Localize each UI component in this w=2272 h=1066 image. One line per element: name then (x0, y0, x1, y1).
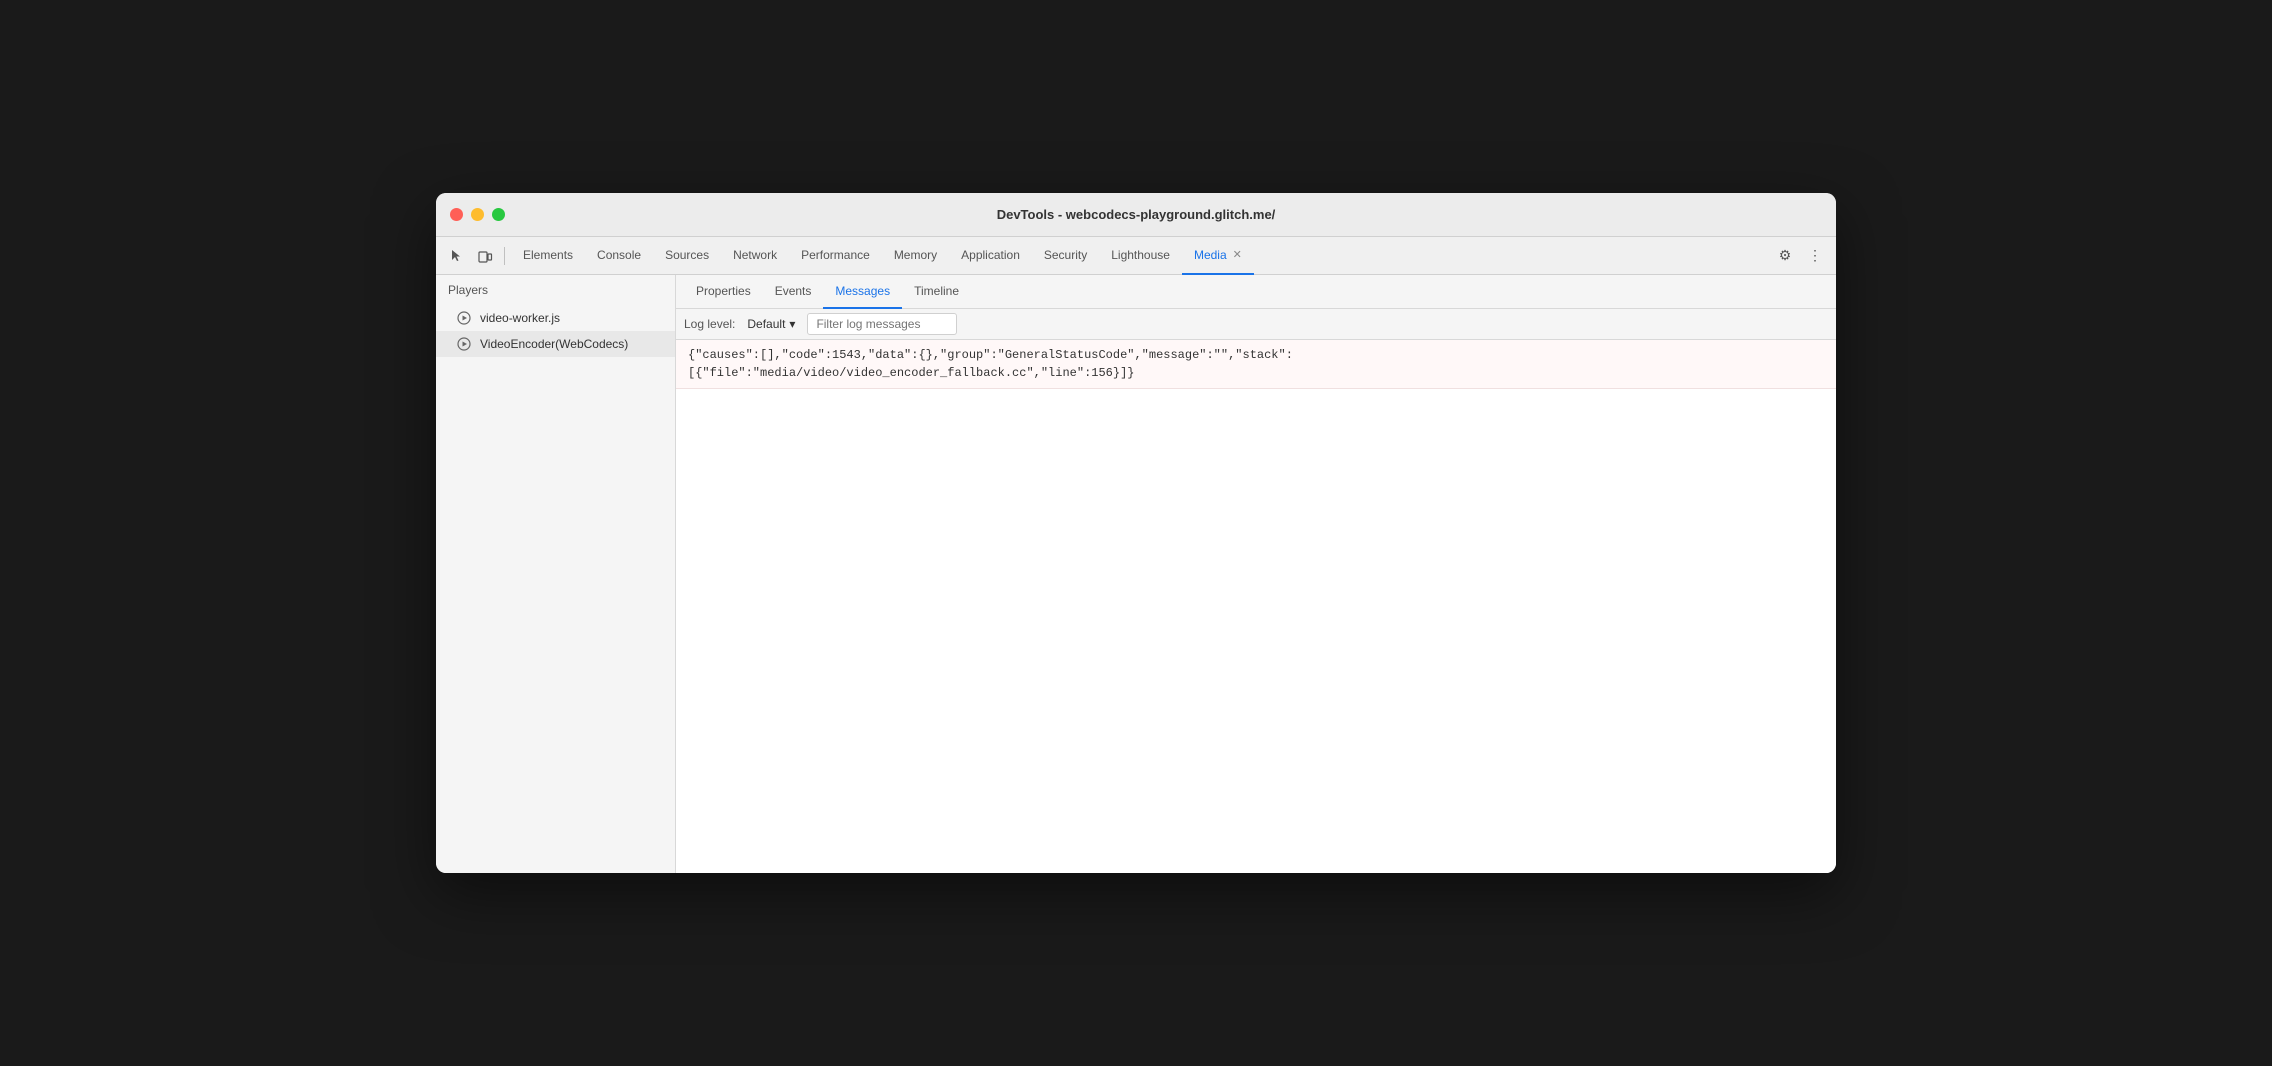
log-toolbar: Log level: Default ▾ (676, 309, 1836, 340)
toolbar-divider (504, 247, 505, 265)
tab-close-icon[interactable]: ✕ (1233, 248, 1242, 261)
tab-performance[interactable]: Performance (789, 237, 882, 275)
log-entry-line2: [{"file":"media/video/video_encoder_fall… (688, 364, 1824, 382)
devtools-window: DevTools - webcodecs-playground.glitch.m… (436, 193, 1836, 873)
tab-sources[interactable]: Sources (653, 237, 721, 275)
inspect-icon[interactable] (444, 243, 470, 269)
tab-memory[interactable]: Memory (882, 237, 949, 275)
tab-console[interactable]: Console (585, 237, 653, 275)
play-icon-2 (456, 336, 472, 352)
player-video-encoder[interactable]: VideoEncoder(WebCodecs) (436, 331, 675, 357)
play-icon (456, 310, 472, 326)
tab-security[interactable]: Security (1032, 237, 1099, 275)
sub-tab-timeline[interactable]: Timeline (902, 275, 971, 309)
minimize-button[interactable] (471, 208, 484, 221)
tab-elements[interactable]: Elements (511, 237, 585, 275)
tab-application[interactable]: Application (949, 237, 1032, 275)
settings-icon[interactable]: ⚙ (1772, 243, 1798, 269)
right-panel: Properties Events Messages Timeline Log … (676, 275, 1836, 873)
title-bar: DevTools - webcodecs-playground.glitch.m… (436, 193, 1836, 237)
tab-media[interactable]: Media ✕ (1182, 237, 1254, 275)
log-level-label: Log level: (684, 317, 735, 331)
maximize-button[interactable] (492, 208, 505, 221)
sidebar: Players video-worker.js VideoEn (436, 275, 676, 873)
log-area: {"causes":[],"code":1543,"data":{},"grou… (676, 340, 1836, 873)
tab-navigation: Elements Console Sources Network Perform… (511, 237, 1770, 275)
filter-input[interactable] (807, 313, 957, 335)
main-content: Players video-worker.js VideoEn (436, 275, 1836, 873)
traffic-lights (450, 208, 505, 221)
more-options-icon[interactable]: ⋮ (1802, 243, 1828, 269)
dropdown-icon: ▾ (789, 317, 795, 331)
sidebar-header: Players (436, 275, 675, 305)
player-video-worker[interactable]: video-worker.js (436, 305, 675, 331)
toolbar-right: ⚙ ⋮ (1772, 243, 1828, 269)
log-entry-line1: {"causes":[],"code":1543,"data":{},"grou… (688, 346, 1824, 364)
log-level-select[interactable]: Default ▾ (743, 315, 799, 333)
log-entry: {"causes":[],"code":1543,"data":{},"grou… (676, 340, 1836, 389)
close-button[interactable] (450, 208, 463, 221)
tab-network[interactable]: Network (721, 237, 789, 275)
sub-tab-properties[interactable]: Properties (684, 275, 763, 309)
window-title: DevTools - webcodecs-playground.glitch.m… (997, 207, 1276, 222)
tab-lighthouse[interactable]: Lighthouse (1099, 237, 1182, 275)
sub-tabs: Properties Events Messages Timeline (676, 275, 1836, 309)
main-toolbar: Elements Console Sources Network Perform… (436, 237, 1836, 275)
sub-tab-events[interactable]: Events (763, 275, 824, 309)
device-toggle-icon[interactable] (472, 243, 498, 269)
sub-tab-messages[interactable]: Messages (823, 275, 902, 309)
